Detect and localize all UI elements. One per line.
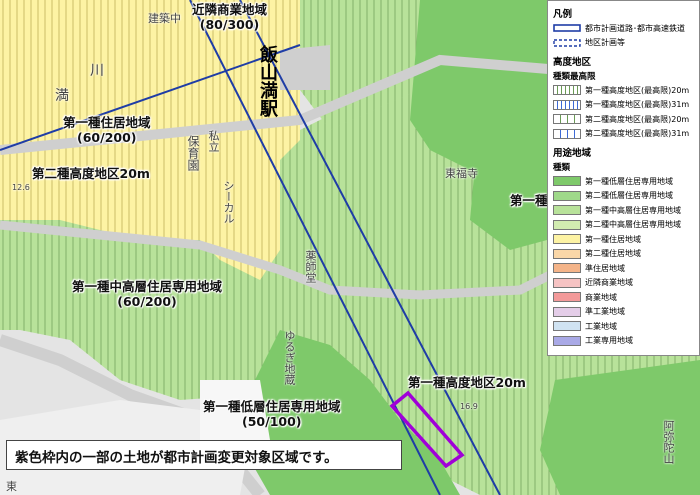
legend-use-title: 用途地域 [553,148,592,159]
hatch-icon [553,114,581,125]
legend-use-item: 第二種中高層住居専用地域 [553,218,694,233]
place-label: 川 [90,63,104,79]
place-label: ゆるぎ地蔵 [283,330,296,385]
color-swatch-icon [553,219,581,230]
legend-item: 都市計画道路･都市高速鉄道 [553,21,694,36]
district-plan-icon [553,38,581,48]
station-label: 飯山満駅 [257,45,278,117]
elevation-label: 12.6 [12,183,30,192]
place-label: 保育園 [186,135,200,171]
map-legend: 凡例 都市計画道路･都市高速鉄道 地区計画等 高度地区 種類最高限 第一種高度地… [547,0,700,356]
zone-label-1st-residential: 第一種住居地域 (60/200) [63,115,151,145]
legend-use-list: 第一種低層住居専用地域 第二種低層住居専用地域 第一種中高層住居専用地域 第二種中高層… [553,174,694,348]
legend-use-item: 第二種低層住居専用地域 [553,189,694,204]
zoning-map[interactable]: 近隣商業地域 (80/300) 第一種住居地域 (60/200) 第二種高度地区20… [0,0,700,495]
legend-use-item: 近隣商業地域 [553,276,694,291]
legend-use-item: 準工業地域 [553,305,694,320]
legend-height-title: 高度地区 [553,57,592,68]
legend-use-item: 第一種住居地域 [553,232,694,247]
road-rail-icon [553,23,581,33]
hatch-icon [553,99,581,110]
place-label: シーカル [222,180,235,224]
place-label: 薬師堂 [304,250,317,283]
legend-use-item: 第一種中高層住居専用地域 [553,203,694,218]
elevation-label: 16.9 [460,402,478,411]
legend-use-sub: 種類 [553,163,571,173]
place-label: 東福寺 [445,167,478,180]
color-swatch-icon [553,335,581,346]
place-label: 阿弥陀山 [662,420,675,464]
place-label: 建築中 [148,12,181,25]
zone-label-1st-low-residential: 第一種低層住居専用地域 (50/100) [203,399,341,429]
notice-box: 紫色枠内の一部の土地が都市計画変更対象区域です。 [6,440,402,470]
hatch-icon [553,85,581,96]
legend-height-sub: 種類最高限 [553,72,596,82]
place-label: 東 [6,480,17,493]
hatch-icon [553,128,581,139]
legend-use-item: 準住居地域 [553,261,694,276]
color-swatch-icon [553,277,581,288]
legend-use-item: 商業地域 [553,290,694,305]
color-swatch-icon [553,190,581,201]
place-label: 私立 [207,130,220,152]
legend-title: 凡例 [553,9,573,20]
color-swatch-icon [553,234,581,245]
legend-item: 地区計画等 [553,36,694,51]
zone-label-neighborhood-commercial: 近隣商業地域 (80/300) [192,2,268,32]
legend-use-item: 工業専用地域 [553,334,694,349]
zone-label-2nd-height-20m: 第二種高度地区20m [32,166,150,181]
legend-use-item: 第一種低層住居専用地域 [553,174,694,189]
color-swatch-icon [553,306,581,317]
legend-use-item: 第二種住居地域 [553,247,694,262]
legend-use-item: 工業地域 [553,319,694,334]
zone-label-1st-midhigh-residential: 第一種中高層住居専用地域 (60/200) [72,279,223,309]
color-swatch-icon [553,205,581,216]
color-swatch-icon [553,292,581,303]
color-swatch-icon [553,263,581,274]
zone-label-1st-height-20m: 第一種高度地区20m [408,375,526,390]
place-label: 満 [55,88,69,104]
color-swatch-icon [553,321,581,332]
color-swatch-icon [553,176,581,187]
zone-label-partial: 第一種 [510,193,548,208]
color-swatch-icon [553,248,581,259]
